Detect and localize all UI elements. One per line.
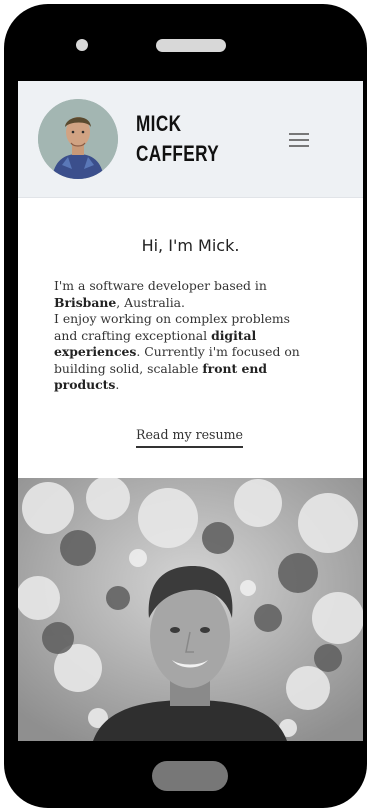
avatar [38,99,118,179]
phone-screen: MICK CAFFERY Hi, I'm Mick. I'm a softwar… [18,81,363,741]
menu-button[interactable] [286,129,314,151]
intro-section: Hi, I'm Mick. I'm a software developer b… [18,198,363,478]
bio-city: Brisbane [54,294,117,310]
speaker-grille [156,39,226,52]
site-header: MICK CAFFERY [18,81,363,198]
bio-text-part: I'm a software developer based in [54,278,267,293]
phone-frame: MICK CAFFERY Hi, I'm Mick. I'm a softwar… [4,4,367,808]
bio-text-part: . [115,377,120,392]
profile-photo [18,478,363,741]
avatar-illustration [38,99,118,179]
bio-text: I'm a software developer based in Brisba… [54,278,316,394]
home-button[interactable] [152,761,228,791]
greeting-heading: Hi, I'm Mick. [141,236,240,255]
bio-text-part: , Australia. [116,294,185,310]
site-title-line2: CAFFERY [136,141,220,166]
resume-link[interactable]: Read my resume [136,427,244,448]
camera-dot [76,39,88,51]
site-title-line1: MICK [136,111,182,136]
site-title[interactable]: MICK CAFFERY [136,109,219,169]
